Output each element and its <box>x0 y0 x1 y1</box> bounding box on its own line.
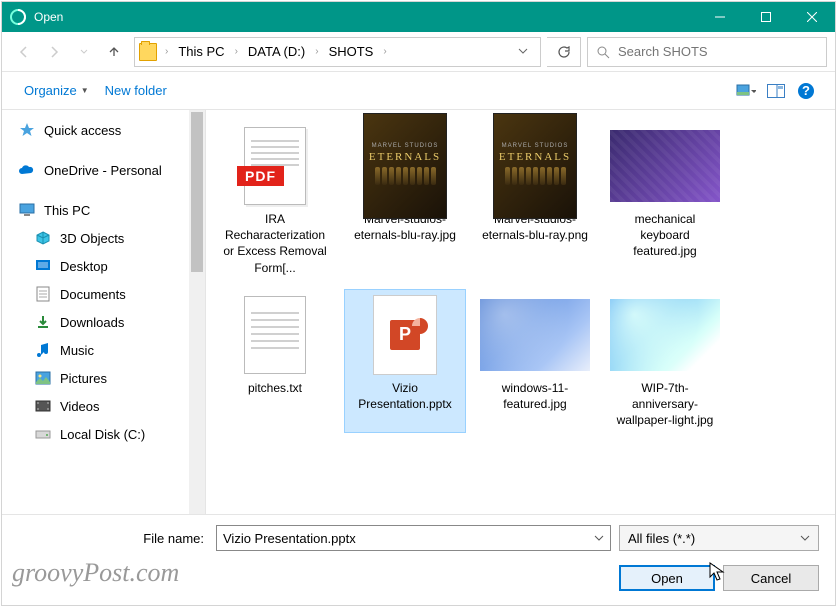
help-button[interactable]: ? <box>793 78 819 104</box>
chevron-right-icon[interactable]: › <box>381 46 388 57</box>
document-icon <box>34 285 52 303</box>
file-item[interactable]: windows-11-featured.jpg <box>474 289 596 434</box>
titlebar: Open <box>2 2 835 32</box>
forward-button[interactable] <box>40 38 68 66</box>
file-item[interactable]: mechanical keyboard featured.jpg <box>604 120 726 281</box>
view-options-button[interactable] <box>733 78 759 104</box>
chevron-right-icon[interactable]: › <box>163 46 170 57</box>
video-icon <box>34 397 52 415</box>
sidebar-documents[interactable]: Documents <box>2 280 205 308</box>
file-name: windows-11-featured.jpg <box>479 380 591 412</box>
file-item[interactable]: pitches.txt <box>214 289 336 434</box>
file-name: pitches.txt <box>248 380 302 396</box>
app-icon <box>10 9 26 25</box>
cube-icon <box>34 229 52 247</box>
organize-menu[interactable]: Organize▼ <box>16 79 97 102</box>
window-title: Open <box>34 10 697 24</box>
picture-icon <box>34 369 52 387</box>
sidebar-this-pc[interactable]: This PC <box>2 196 205 224</box>
breadcrumb-shots[interactable]: SHOTS <box>323 42 380 61</box>
sidebar-onedrive[interactable]: OneDrive - Personal <box>2 156 205 184</box>
close-button[interactable] <box>789 2 835 32</box>
cancel-button[interactable]: Cancel <box>723 565 819 591</box>
address-dropdown-icon[interactable] <box>510 40 536 63</box>
download-icon <box>34 313 52 331</box>
file-item[interactable]: MARVEL STUDIOSETERNALS Marvel-studios-et… <box>474 120 596 281</box>
file-item-selected[interactable]: P Vizio Presentation.pptx <box>344 289 466 434</box>
breadcrumb-thispc[interactable]: This PC <box>172 42 230 61</box>
search-box[interactable] <box>587 37 827 67</box>
chevron-right-icon[interactable]: › <box>313 46 320 57</box>
star-icon <box>18 121 36 139</box>
recent-dropdown-icon[interactable] <box>70 38 98 66</box>
chevron-right-icon[interactable]: › <box>233 46 240 57</box>
refresh-button[interactable] <box>547 37 581 67</box>
sidebar-quick-access[interactable]: Quick access <box>2 116 205 144</box>
sidebar-downloads[interactable]: Downloads <box>2 308 205 336</box>
open-button[interactable]: Open <box>619 565 715 591</box>
desktop-icon <box>34 257 52 275</box>
search-icon <box>596 45 610 59</box>
up-button[interactable] <box>100 38 128 66</box>
cloud-icon <box>18 161 36 179</box>
drive-icon <box>34 425 52 443</box>
file-name: Vizio Presentation.pptx <box>349 380 461 412</box>
sidebar-videos[interactable]: Videos <box>2 392 205 420</box>
maximize-button[interactable] <box>743 2 789 32</box>
filename-label: File name: <box>18 531 208 546</box>
breadcrumb-data[interactable]: DATA (D:) <box>242 42 311 61</box>
file-item[interactable]: WIP-7th-anniversary-wallpaper-light.jpg <box>604 289 726 434</box>
address-bar[interactable]: › This PC › DATA (D:) › SHOTS › <box>134 37 541 67</box>
sidebar-scrollbar[interactable] <box>189 110 205 514</box>
dialog-footer: File name: Vizio Presentation.pptx All f… <box>2 514 835 605</box>
file-item[interactable]: MARVEL STUDIOSETERNALS Marvel-studios-et… <box>344 120 466 281</box>
pdf-badge-icon: PDF <box>237 166 284 186</box>
minimize-button[interactable] <box>697 2 743 32</box>
dialog-body: Quick access OneDrive - Personal This PC… <box>2 110 835 514</box>
back-button[interactable] <box>10 38 38 66</box>
file-name: IRA Recharacterization or Excess Removal… <box>219 211 331 276</box>
new-folder-button[interactable]: New folder <box>97 79 175 102</box>
scrollbar-thumb[interactable] <box>191 112 203 272</box>
file-type-filter[interactable]: All files (*.*) <box>619 525 819 551</box>
sidebar-pictures[interactable]: Pictures <box>2 364 205 392</box>
file-list[interactable]: PDF IRA Recharacterization or Excess Rem… <box>206 110 835 514</box>
navigation-bar: › This PC › DATA (D:) › SHOTS › <box>2 32 835 72</box>
file-item[interactable]: PDF IRA Recharacterization or Excess Rem… <box>214 120 336 281</box>
sidebar-3d-objects[interactable]: 3D Objects <box>2 224 205 252</box>
open-dialog: Open › This PC › DATA (D:) › SHOTS › Or <box>1 1 836 606</box>
chevron-down-icon[interactable] <box>800 531 810 546</box>
folder-icon <box>139 43 157 61</box>
sidebar-local-disk[interactable]: Local Disk (C:) <box>2 420 205 448</box>
navigation-pane: Quick access OneDrive - Personal This PC… <box>2 110 206 514</box>
chevron-down-icon[interactable] <box>594 531 604 546</box>
monitor-icon <box>18 201 36 219</box>
file-name: WIP-7th-anniversary-wallpaper-light.jpg <box>609 380 721 429</box>
search-input[interactable] <box>618 44 818 59</box>
sidebar-music[interactable]: Music <box>2 336 205 364</box>
svg-text:?: ? <box>802 83 810 98</box>
preview-pane-button[interactable] <box>763 78 789 104</box>
sidebar-desktop[interactable]: Desktop <box>2 252 205 280</box>
filename-input[interactable]: Vizio Presentation.pptx <box>216 525 611 551</box>
music-icon <box>34 341 52 359</box>
file-name: mechanical keyboard featured.jpg <box>609 211 721 260</box>
command-bar: Organize▼ New folder ? <box>2 72 835 110</box>
